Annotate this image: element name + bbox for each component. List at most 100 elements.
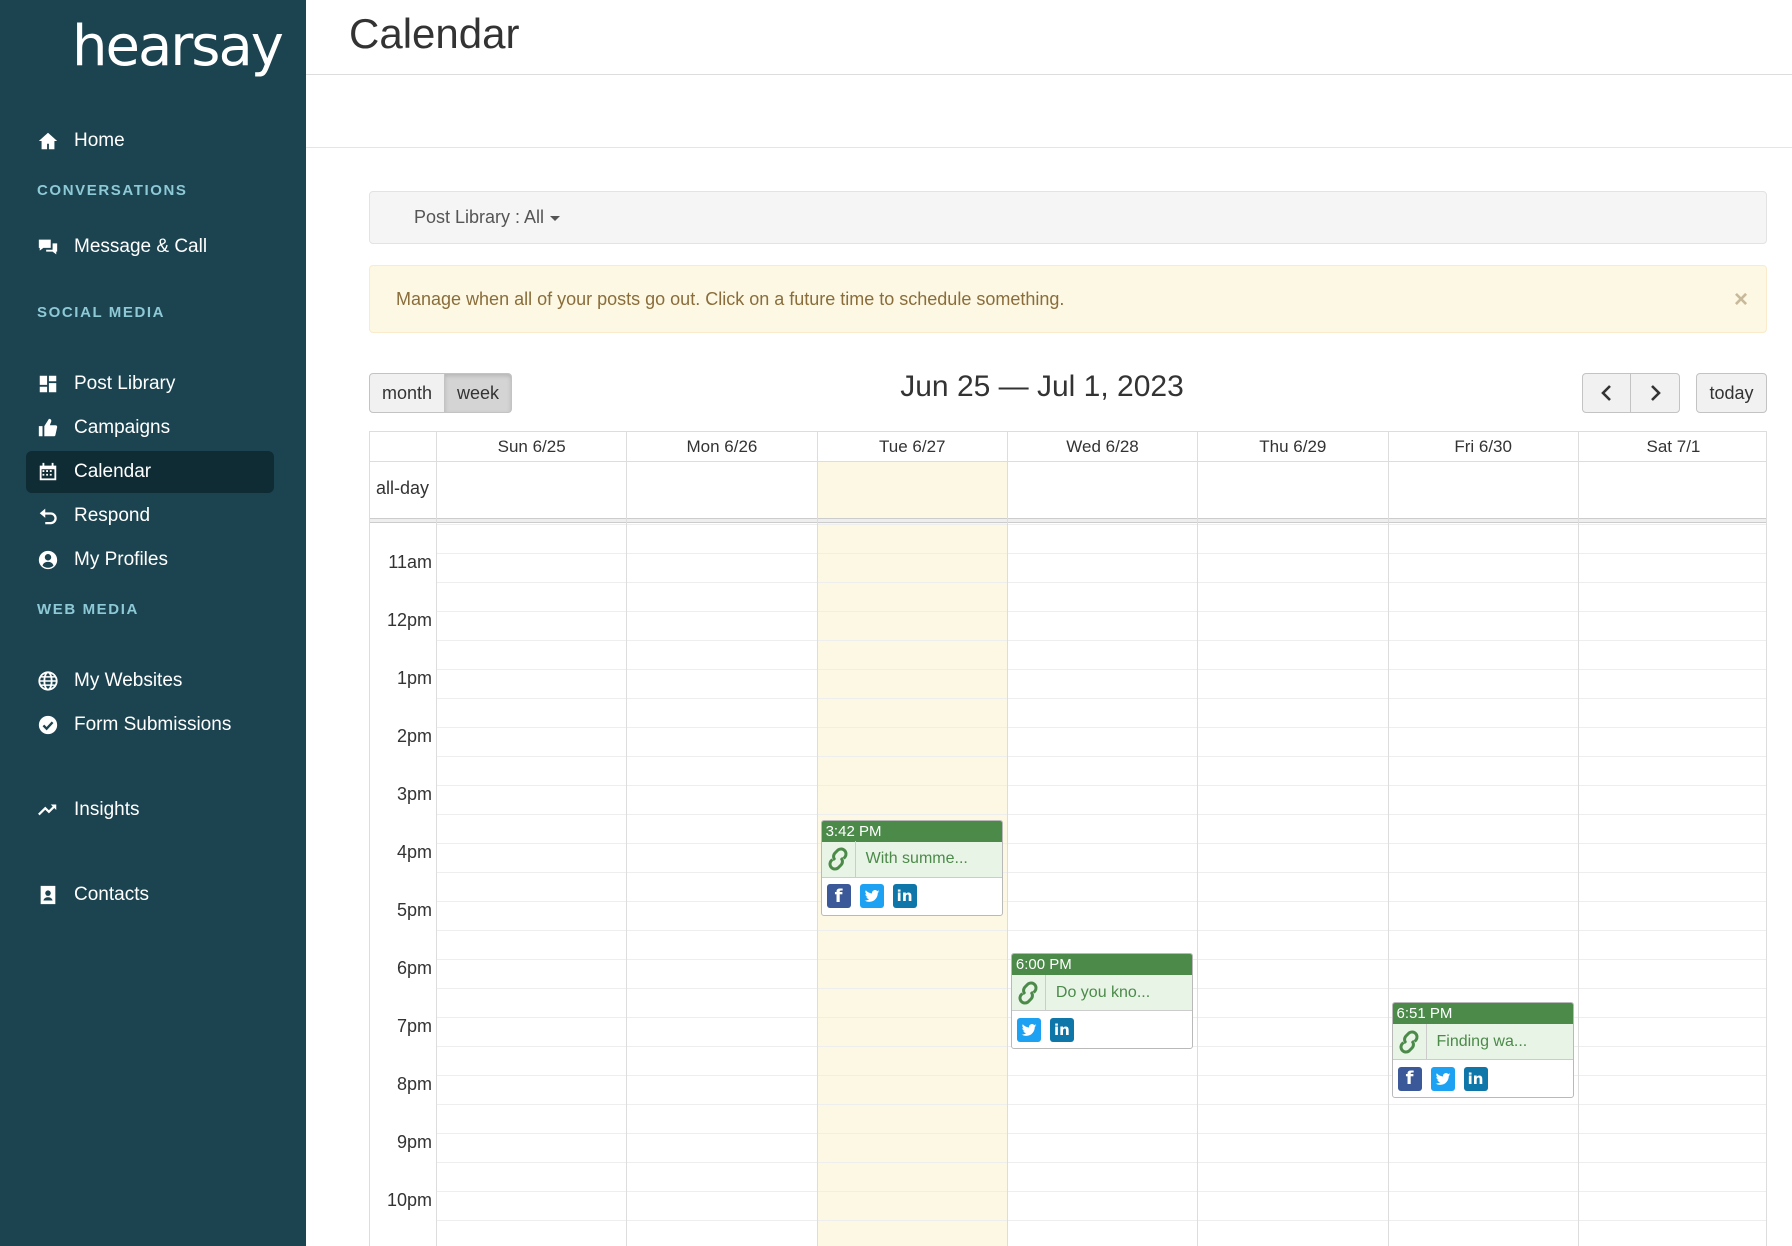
nav-respond[interactable]: Respond <box>26 495 274 537</box>
time-label: 8pm <box>396 1074 432 1094</box>
calendar-event[interactable]: 6:00 PM Do you kno... in <box>1010 953 1193 1049</box>
half-hour-line <box>436 1220 1766 1221</box>
header-divider <box>306 74 1792 75</box>
event-time: 6:51 PM <box>1392 1003 1573 1025</box>
event-network-icons: in <box>1012 1011 1192 1048</box>
facebook-icon: f <box>826 884 851 909</box>
time-label: 5pm <box>396 900 432 920</box>
nav-my-profiles-label: My Profiles <box>74 549 168 570</box>
time-label: 9pm <box>396 1132 432 1152</box>
calendar-event[interactable]: 6:51 PM Finding wa... f in <box>1391 1002 1574 1099</box>
nav-insights-label: Insights <box>74 799 140 820</box>
linkedin-icon: in <box>892 884 917 909</box>
half-hour-line <box>436 1191 1766 1192</box>
chat-bubbles-icon <box>36 235 60 259</box>
half-hour-line <box>436 524 1766 525</box>
half-hour-line <box>436 1162 1766 1163</box>
toolbar-divider <box>306 147 1792 148</box>
day-column-line <box>626 461 628 1246</box>
day-column-line <box>1197 461 1199 1246</box>
day-header: Fri 6/30 <box>1387 432 1578 461</box>
nav-post-library[interactable]: Post Library <box>26 363 274 405</box>
dashboard-grid-icon <box>36 372 60 396</box>
month-view-button[interactable]: month <box>369 373 445 413</box>
facebook-icon: f <box>1397 1066 1422 1091</box>
week-view-button[interactable]: week <box>444 373 512 413</box>
half-hour-line <box>436 756 1766 757</box>
half-hour-line <box>436 582 1766 583</box>
calendar-event[interactable]: 3:42 PM With summe... f in <box>820 819 1003 916</box>
prev-week-button[interactable] <box>1582 373 1631 413</box>
date-range-title: Jun 25 — Jul 1, 2023 <box>900 370 1184 403</box>
nav-calendar[interactable]: Calendar <box>26 451 274 493</box>
day-column-line <box>1577 461 1579 1246</box>
linkedin-icon: in <box>1049 1017 1074 1042</box>
half-hour-line <box>436 872 1766 873</box>
nav-campaigns[interactable]: Campaigns <box>26 407 274 449</box>
check-circle-icon <box>36 713 60 737</box>
section-header-social-media: SOCIAL MEDIA <box>37 304 166 321</box>
time-label: 11am <box>388 552 432 572</box>
nav-post-library-label: Post Library <box>74 373 176 394</box>
close-icon[interactable]: × <box>1734 286 1748 314</box>
linkedin-icon: in <box>1463 1066 1488 1091</box>
link-icon <box>822 841 856 878</box>
chevron-right-icon <box>1651 385 1661 401</box>
half-hour-line <box>436 843 1766 844</box>
nav-message-call[interactable]: Message & Call <box>26 226 274 268</box>
half-hour-line <box>436 901 1766 902</box>
post-library-filter-label: Post Library : All <box>414 207 545 227</box>
event-body: With summe... <box>821 841 1002 878</box>
next-week-button[interactable] <box>1630 373 1680 413</box>
day-column-line <box>1387 461 1389 1246</box>
page-title: Calendar <box>349 10 520 57</box>
time-label: 2pm <box>396 726 432 746</box>
nav-contacts[interactable]: Contacts <box>26 874 274 916</box>
day-header: Sat 7/1 <box>1577 432 1766 461</box>
day-header: Mon 6/26 <box>626 432 816 461</box>
day-header: Thu 6/29 <box>1197 432 1387 461</box>
globe-icon <box>36 669 60 693</box>
half-hour-line <box>436 640 1766 641</box>
link-icon <box>1012 974 1046 1011</box>
nav-my-profiles[interactable]: My Profiles <box>26 539 274 581</box>
time-label: 1pm <box>396 668 432 688</box>
event-preview-text: With summe... <box>865 850 968 868</box>
nav-insights[interactable]: Insights <box>26 789 274 831</box>
nav-my-websites[interactable]: My Websites <box>26 660 274 702</box>
time-label: 12pm <box>386 610 432 630</box>
link-icon <box>1393 1023 1427 1060</box>
hearsay-logo[interactable]: hearsay <box>72 14 284 79</box>
nav-my-websites-label: My Websites <box>74 670 183 691</box>
time-label: 7pm <box>396 1016 432 1036</box>
day-column-line <box>1006 461 1008 1246</box>
contact-card-icon <box>36 883 60 907</box>
day-header: Sun 6/25 <box>436 432 626 461</box>
half-hour-line <box>436 814 1766 815</box>
day-column-line <box>816 461 818 1246</box>
nav-form-submissions[interactable]: Form Submissions <box>26 704 274 746</box>
all-day-row <box>370 461 1766 519</box>
time-label: 4pm <box>396 842 432 862</box>
twitter-icon <box>1016 1017 1041 1042</box>
event-network-icons: f in <box>822 878 1002 915</box>
week-calendar-grid: all-day 11am 12pm 1pm 2pm 3pm 4pm 5pm 6pm 7pm 8pm… <box>369 431 1767 1246</box>
today-button[interactable]: today <box>1696 373 1767 413</box>
trending-up-icon <box>36 798 60 822</box>
gutter-line <box>436 461 437 1246</box>
event-body: Do you kno... <box>1011 974 1192 1011</box>
section-header-web-media: WEB MEDIA <box>37 601 139 618</box>
nav-form-submissions-label: Form Submissions <box>74 714 232 735</box>
info-alert: Manage when all of your posts go out. Cl… <box>369 265 1767 333</box>
time-label: 3pm <box>396 784 432 804</box>
day-header: Tue 6/27 <box>816 432 1007 461</box>
half-hour-line <box>436 785 1766 786</box>
thumbs-up-icon <box>36 416 60 440</box>
calendar-icon <box>36 460 60 484</box>
nav-respond-label: Respond <box>74 505 151 526</box>
event-preview-text: Do you kno... <box>1055 983 1151 1001</box>
event-time: 6:00 PM <box>1011 954 1192 975</box>
half-hour-line <box>436 1104 1766 1105</box>
nav-home[interactable]: Home <box>26 120 274 162</box>
post-library-filter-dropdown[interactable]: Post Library : All <box>414 207 561 228</box>
